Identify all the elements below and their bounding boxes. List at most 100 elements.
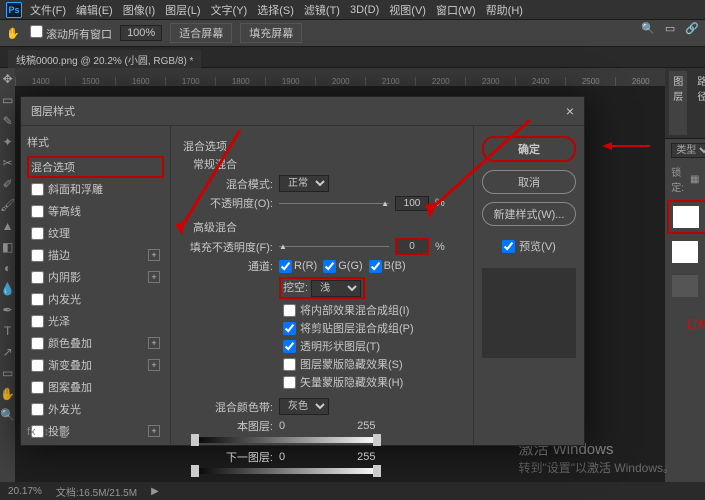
lasso-tool-icon[interactable]: ✎ (3, 114, 13, 128)
this-layer-label: 本图层: (183, 418, 273, 434)
opt-inner-glow[interactable]: 内发光 (27, 288, 164, 310)
blend-mode-select[interactable]: 正常 (279, 175, 329, 192)
zoom-status[interactable]: 20.17% (8, 486, 42, 497)
document-tabs: 线稿0000.png @ 20.2% (小圆, RGB/8) * (0, 46, 705, 68)
arrow-icon[interactable]: ↕ (44, 426, 50, 439)
knockout-select[interactable]: 浅 (311, 280, 361, 297)
close-icon[interactable]: × (566, 103, 574, 119)
search-icon[interactable]: 🔍 (641, 22, 655, 35)
fill-opacity-input[interactable] (395, 238, 429, 255)
chk-blend-interior[interactable]: 将内部效果混合成组(I) (283, 302, 461, 318)
new-style-button[interactable]: 新建样式(W)... (482, 202, 576, 226)
this-layer-slider[interactable] (191, 437, 381, 443)
layer-row-big-circle[interactable]: 大圆 (667, 236, 705, 268)
slider-handle[interactable]: ▲ (381, 199, 389, 208)
zoom-tool-icon[interactable]: 🔍 (0, 408, 15, 422)
move-tool-icon[interactable]: ✥ (3, 72, 13, 86)
plus-icon[interactable]: + (148, 271, 160, 283)
chk-vector-hides[interactable]: 矢量蒙版隐藏效果(H) (283, 374, 461, 390)
blend-mode-label: 混合模式: (183, 176, 273, 192)
opt-pattern-overlay[interactable]: 图案叠加 (27, 376, 164, 398)
opt-color-overlay[interactable]: 颜色叠加+ (27, 332, 164, 354)
styles-header: 样式 (27, 134, 164, 150)
under-layer-slider[interactable] (191, 468, 381, 474)
wand-tool-icon[interactable]: ✦ (3, 135, 13, 149)
stamp-tool-icon[interactable]: ▲ (2, 219, 14, 233)
eyedropper-tool-icon[interactable]: ✐ (3, 177, 13, 191)
channel-b[interactable]: B(B) (369, 260, 406, 273)
slider-handle[interactable]: ▲ (279, 242, 287, 251)
menu-3d[interactable]: 3D(D) (350, 4, 379, 16)
marquee-tool-icon[interactable]: ▭ (2, 93, 13, 107)
opt-texture[interactable]: 纹理 (27, 222, 164, 244)
menu-layer[interactable]: 图层(L) (165, 2, 200, 18)
hand-tool-icon[interactable]: ✋ (0, 387, 15, 401)
cancel-button[interactable]: 取消 (482, 170, 576, 194)
workspace-icon[interactable]: ▭ (665, 22, 675, 35)
fit-screen-button[interactable]: 适合屏幕 (170, 23, 232, 43)
brush-tool-icon[interactable]: 🖌 (0, 198, 15, 212)
doc-size-status: 文档:16.5M/21.5M (56, 484, 137, 499)
fx-icon[interactable]: fx (27, 426, 36, 439)
opt-satin[interactable]: 光泽 (27, 310, 164, 332)
plus-icon[interactable]: + (148, 249, 160, 261)
chk-trans-shapes[interactable]: 透明形状图层(T) (283, 338, 461, 354)
tab-layers[interactable]: 图层 (669, 71, 687, 135)
tab-paths[interactable]: 路径 (693, 71, 705, 135)
opt-gradient-overlay[interactable]: 渐变叠加+ (27, 354, 164, 376)
preview-checkbox[interactable]: 预览(V) (482, 238, 576, 254)
preview-box (482, 268, 576, 358)
layer-thumb (672, 275, 698, 297)
menu-help[interactable]: 帮助(H) (486, 2, 523, 18)
menu-text[interactable]: 文字(Y) (211, 2, 248, 18)
menu-edit[interactable]: 编辑(E) (76, 2, 113, 18)
plus-icon[interactable]: + (148, 359, 160, 371)
plus-icon[interactable]: + (148, 337, 160, 349)
blend-if-select[interactable]: 灰色 (279, 398, 329, 415)
layer-kind-select[interactable]: 类型 (671, 143, 705, 158)
plus-icon[interactable]: + (148, 425, 160, 437)
lock-trans-icon[interactable]: ▦ (690, 174, 699, 185)
opacity-input[interactable] (395, 196, 429, 211)
fill-screen-button[interactable]: 填充屏幕 (240, 23, 302, 43)
trash-icon[interactable]: 🗑 (57, 426, 71, 439)
chevron-right-icon[interactable]: ▶ (151, 486, 159, 497)
blur-tool-icon[interactable]: 💧 (0, 282, 15, 296)
ok-button[interactable]: 确定 (482, 136, 576, 162)
channel-r[interactable]: R(R) (279, 260, 317, 273)
scroll-all-windows[interactable]: 滚动所有窗口 (30, 25, 112, 42)
eraser-tool-icon[interactable]: ◧ (2, 240, 13, 254)
fill-opacity-label: 填充不透明度(F): (183, 239, 273, 255)
opt-inner-shadow[interactable]: 内阴影+ (27, 266, 164, 288)
menu-filter[interactable]: 滤镜(T) (304, 2, 340, 18)
under-layer-label: 下一图层: (183, 449, 273, 465)
blend-options-title: 混合选项 (183, 138, 461, 154)
tools-panel: ✥ ▭ ✎ ✦ ✂ ✐ 🖌 ▲ ◧ ◐ 💧 ✒ T ↗ ▭ ✋ 🔍 (0, 68, 15, 500)
menu-image[interactable]: 图像(I) (123, 2, 155, 18)
layer-row-small-circle[interactable]: 小圆 ⬌ (667, 200, 705, 234)
shape-tool-icon[interactable]: ▭ (2, 366, 13, 380)
menu-file[interactable]: 文件(F) (30, 2, 66, 18)
layer-thumb (673, 206, 699, 228)
text-tool-icon[interactable]: T (4, 324, 11, 338)
chk-blend-clipped[interactable]: 将剪贴图层混合成组(P) (283, 320, 461, 336)
pen-tool-icon[interactable]: ✒ (3, 303, 13, 317)
crop-tool-icon[interactable]: ✂ (3, 156, 13, 170)
zoom-100-button[interactable]: 100% (120, 25, 162, 41)
menu-select[interactable]: 选择(S) (257, 2, 294, 18)
chk-mask-hides[interactable]: 图层蒙版隐藏效果(S) (283, 356, 461, 372)
share-icon[interactable]: 🔗 (685, 22, 699, 35)
channel-g[interactable]: G(G) (323, 260, 362, 273)
gradient-tool-icon[interactable]: ◐ (4, 261, 11, 275)
layer-row-background[interactable]: 背景 🔒 (667, 270, 705, 302)
opt-contour[interactable]: 等高线 (27, 200, 164, 222)
document-tab[interactable]: 线稿0000.png @ 20.2% (小圆, RGB/8) * (8, 50, 201, 69)
channels-label: 通道: (183, 258, 273, 274)
opt-outer-glow[interactable]: 外发光 (27, 398, 164, 420)
path-tool-icon[interactable]: ↗ (3, 345, 13, 359)
opt-stroke[interactable]: 描边+ (27, 244, 164, 266)
opt-blend-options[interactable]: 混合选项 (27, 156, 164, 178)
menu-window[interactable]: 窗口(W) (436, 2, 476, 18)
opt-bevel[interactable]: 斜面和浮雕 (27, 178, 164, 200)
menu-view[interactable]: 视图(V) (389, 2, 426, 18)
